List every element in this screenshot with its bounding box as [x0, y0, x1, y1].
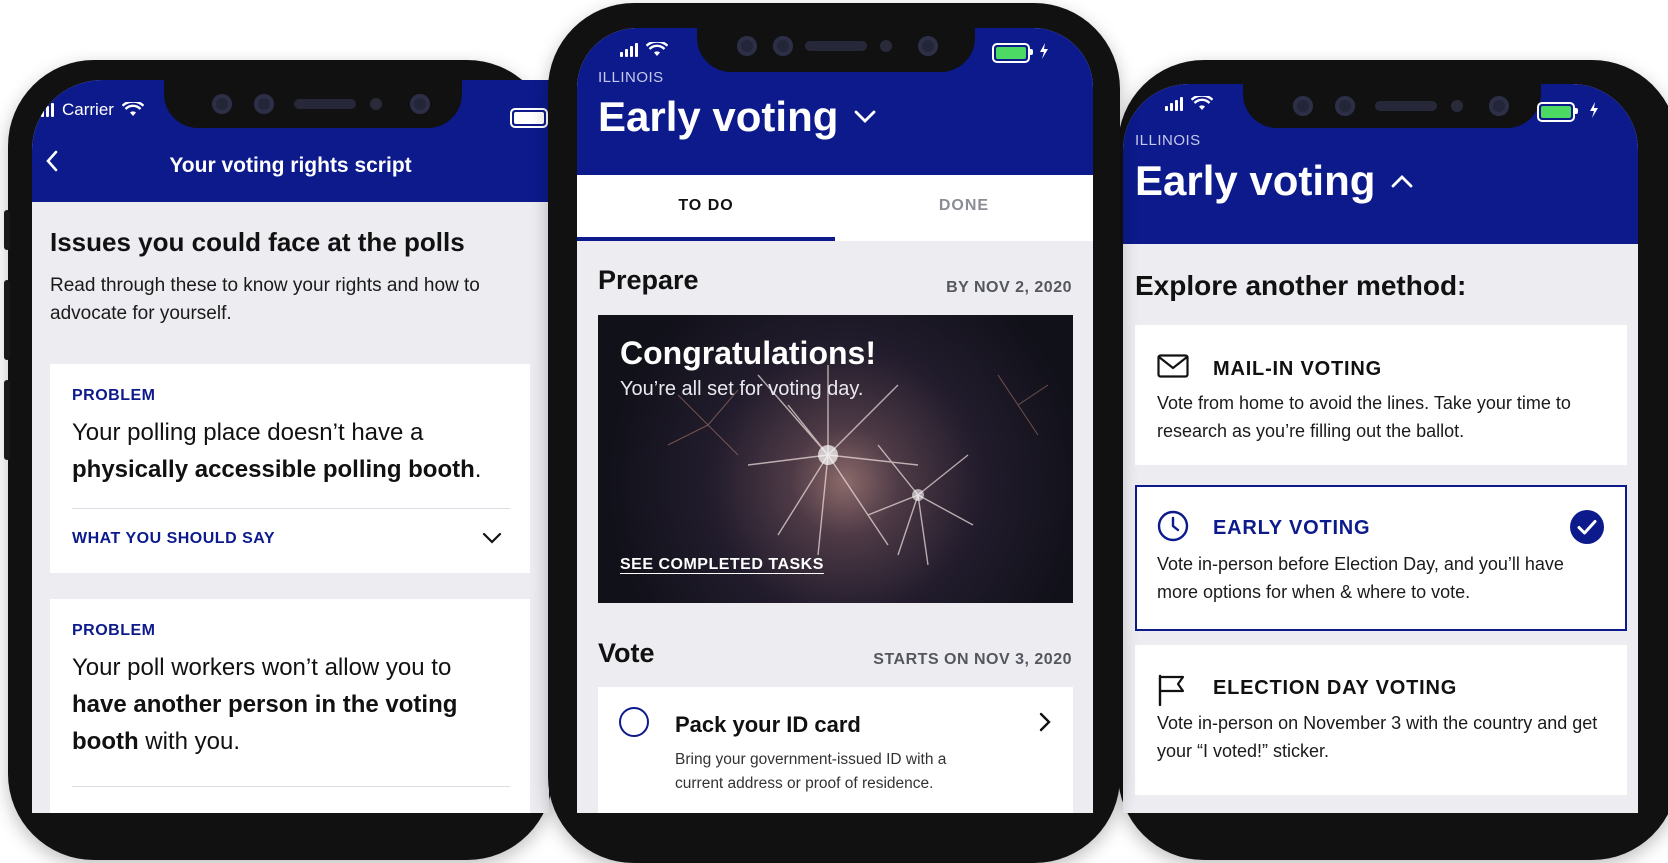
wifi-icon: [646, 42, 668, 56]
task-card[interactable]: Pack your ID card Bring your government-…: [598, 687, 1073, 813]
clock-icon: [1157, 510, 1189, 542]
chevron-down-icon[interactable]: [482, 532, 502, 544]
problem-label: PROBLEM: [72, 622, 156, 639]
problem-card: PROBLEM Your poll workers won’t allow yo…: [50, 599, 530, 813]
method-dropdown[interactable]: Early voting: [1135, 156, 1413, 206]
method-title: EARLY VOTING: [1213, 517, 1371, 539]
tab-label: TO DO: [678, 197, 734, 214]
signal-icon: [620, 43, 638, 57]
flag-icon: [1158, 674, 1185, 706]
battery-icon: [1537, 102, 1578, 122]
check-circle-icon: [1570, 510, 1604, 544]
battery-icon: [510, 108, 549, 128]
vote-date: STARTS ON NOV 3, 2020: [873, 651, 1072, 668]
what-to-say-label: WHAT YOU SHOULD SAY: [72, 530, 275, 547]
see-completed-tasks-link[interactable]: SEE COMPLETED TASKS: [620, 556, 824, 574]
task-description: Bring your government-issued ID with a c…: [675, 751, 947, 792]
signal-icon: [1165, 97, 1183, 111]
signal-icon: [36, 103, 54, 117]
method-description: Vote from home to avoid the lines. Take …: [1157, 393, 1571, 441]
tab-bar: TO DO DONE: [577, 175, 1093, 241]
state-label: ILLINOIS: [598, 69, 664, 86]
page-title: Your voting rights script: [169, 154, 412, 177]
tab-done[interactable]: DONE: [835, 175, 1093, 241]
tab-label: DONE: [938, 197, 990, 214]
problem-label: PROBLEM: [72, 387, 156, 404]
banner-subtitle: You’re all set for voting day.: [620, 378, 864, 400]
method-card-mail-in[interactable]: MAIL-IN VOTING Vote from home to avoid t…: [1135, 325, 1627, 465]
status-bar: [620, 42, 668, 58]
task-checkbox[interactable]: [619, 707, 649, 737]
what-to-say-toggle[interactable]: WHAT YOU SHOULD SAY: [72, 520, 510, 560]
page-title: Early voting: [598, 93, 839, 140]
problem-text-end: with you.: [138, 728, 241, 755]
vote-heading: Vote: [598, 638, 655, 668]
method-description: Vote in-person on November 3 with the co…: [1157, 713, 1598, 761]
banner-title: Congratulations!: [620, 335, 876, 371]
issues-heading: Issues you could face at the polls: [50, 227, 465, 257]
explore-heading: Explore another method:: [1135, 270, 1467, 301]
chevron-down-icon[interactable]: [854, 110, 876, 124]
problem-text-end: .: [474, 456, 482, 483]
problem-text-emphasis: have another person in the voting booth: [72, 691, 458, 755]
middle-screen: ILLINOIS Early voting TO DO DONE Prepare…: [577, 28, 1093, 813]
problem-text-start: Your poll workers won’t allow you to: [72, 654, 452, 681]
method-dropdown[interactable]: Early voting: [598, 90, 876, 144]
wifi-icon: [121, 102, 144, 116]
prepare-heading: Prepare: [598, 265, 699, 295]
method-description: Vote in-person before Election Day, and …: [1157, 554, 1564, 602]
right-screen: ILLINOIS Early voting Explore another me…: [1123, 84, 1638, 813]
problem-text-start: Your polling place doesn’t have a: [72, 419, 424, 446]
method-title: ELECTION DAY VOTING: [1213, 677, 1458, 699]
battery-icon: [992, 43, 1033, 63]
problem-text: Your poll workers won’t allow you to hav…: [72, 649, 502, 760]
envelope-icon: [1157, 354, 1189, 378]
left-screen: Carrier Your voting rights script Issues…: [32, 80, 549, 813]
chevron-right-icon[interactable]: [1039, 712, 1051, 732]
carrier-label: Carrier: [62, 100, 114, 119]
problem-text: Your polling place doesn’t have a physic…: [72, 414, 512, 488]
status-bar: Carrier: [36, 100, 144, 120]
charging-icon: [1040, 43, 1048, 59]
state-label: ILLINOIS: [1135, 132, 1201, 149]
chevron-up-icon[interactable]: [1391, 174, 1413, 188]
method-title: MAIL-IN VOTING: [1213, 358, 1382, 380]
method-card-early[interactable]: EARLY VOTING Vote in-person before Elect…: [1135, 485, 1627, 631]
status-bar: [1165, 96, 1213, 112]
problem-card: PROBLEM Your polling place doesn’t have …: [50, 364, 530, 573]
task-title: Pack your ID card: [675, 712, 861, 737]
congratulations-banner: Congratulations! You’re all set for voti…: [598, 315, 1073, 603]
problem-text-emphasis: physically accessible polling booth: [72, 456, 475, 483]
page-title: Early voting: [1135, 157, 1376, 204]
wifi-icon: [1191, 96, 1213, 110]
issues-intro: Read through these to know your rights a…: [50, 275, 480, 324]
method-card-election-day[interactable]: ELECTION DAY VOTING Vote in-person on No…: [1135, 645, 1627, 795]
prepare-date: BY NOV 2, 2020: [946, 279, 1072, 296]
charging-icon: [1590, 102, 1598, 118]
tab-to-do[interactable]: TO DO: [577, 175, 835, 241]
